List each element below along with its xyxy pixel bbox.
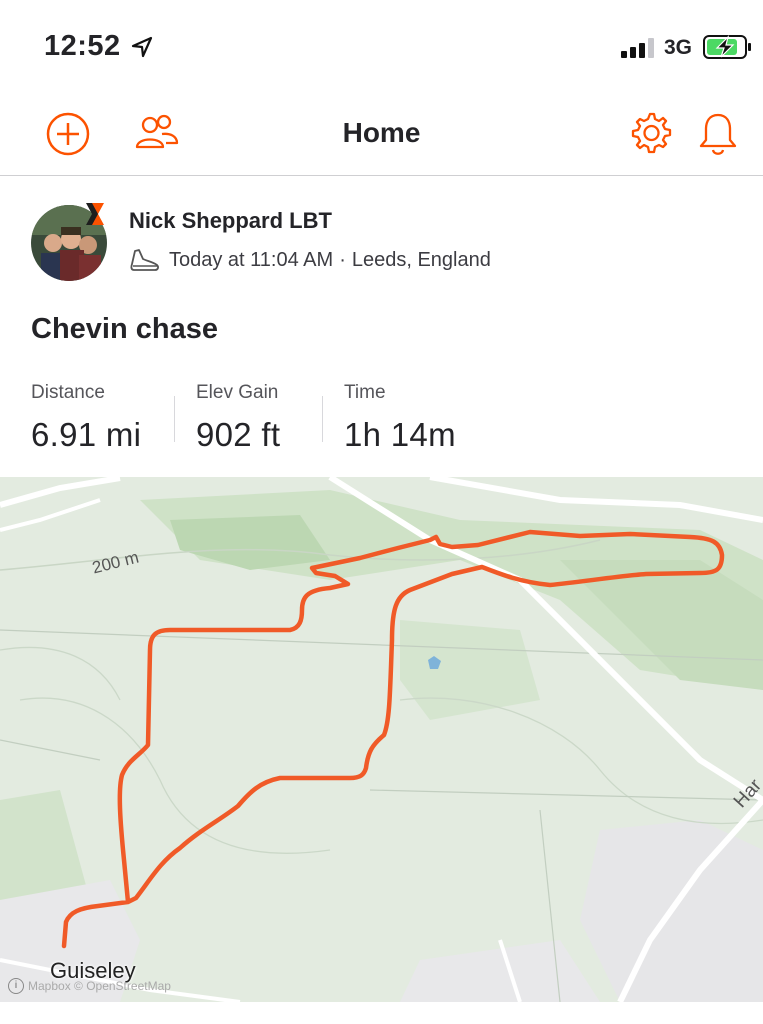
- bottom-strip: [0, 1002, 763, 1024]
- nav-bar: Home: [0, 95, 763, 176]
- battery-charging-icon: [703, 35, 751, 59]
- activity-time: Today at 11:04 AM: [169, 248, 334, 271]
- status-bar: 12:52 3G: [0, 0, 763, 95]
- status-clock: 12:52: [44, 30, 121, 62]
- attribution-text: Mapbox © OpenStreetMap: [28, 979, 171, 993]
- stat-label: Time: [344, 382, 386, 403]
- stat-divider: [174, 396, 175, 442]
- network-type: 3G: [664, 36, 693, 59]
- location-arrow-icon: [131, 36, 153, 58]
- activity-meta: Today at 11:04 AM · Leeds, England: [129, 247, 491, 273]
- stat-value: 902 ft: [196, 416, 281, 453]
- stat-label: Elev Gain: [196, 382, 279, 403]
- stat-value: 1h 14m: [344, 416, 456, 453]
- shoe-icon: [130, 249, 159, 271]
- stat-elev-gain: Elev Gain 902 ft: [196, 382, 280, 454]
- signal-icon: [621, 38, 654, 58]
- stat-time: Time 1h 14m: [344, 382, 456, 454]
- activity-location: Leeds, England: [351, 248, 491, 271]
- subscriber-badge-icon: [86, 203, 104, 225]
- stat-distance: Distance 6.91 mi: [31, 382, 141, 454]
- athlete-name[interactable]: Nick Sheppard LBT: [129, 208, 332, 234]
- activity-title[interactable]: Chevin chase: [31, 313, 218, 346]
- stat-label: Distance: [31, 382, 105, 403]
- notifications-icon[interactable]: [698, 111, 738, 157]
- meta-separator: ·: [339, 248, 346, 271]
- settings-icon[interactable]: [628, 111, 672, 155]
- stat-value: 6.91 mi: [31, 416, 142, 453]
- info-icon[interactable]: i: [8, 978, 24, 994]
- map-attribution[interactable]: i Mapbox © OpenStreetMap: [8, 978, 171, 994]
- stat-divider: [322, 396, 323, 442]
